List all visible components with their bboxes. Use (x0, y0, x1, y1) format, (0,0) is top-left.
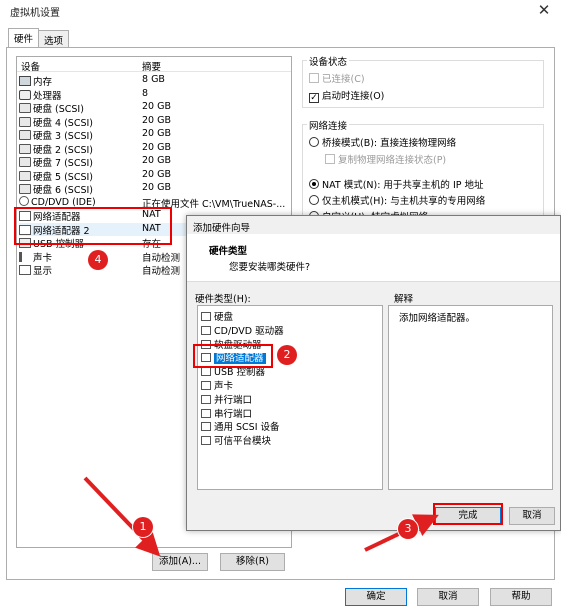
arrow-to-finish-button (364, 514, 439, 552)
annotation-arrows (83, 476, 439, 557)
step-badge-1: 1 (133, 517, 153, 537)
arrow-to-add-button (83, 476, 161, 557)
step-badge-4: 4 (88, 250, 108, 270)
step-badge-3: 3 (398, 519, 418, 539)
step-badge-2: 2 (277, 345, 297, 365)
